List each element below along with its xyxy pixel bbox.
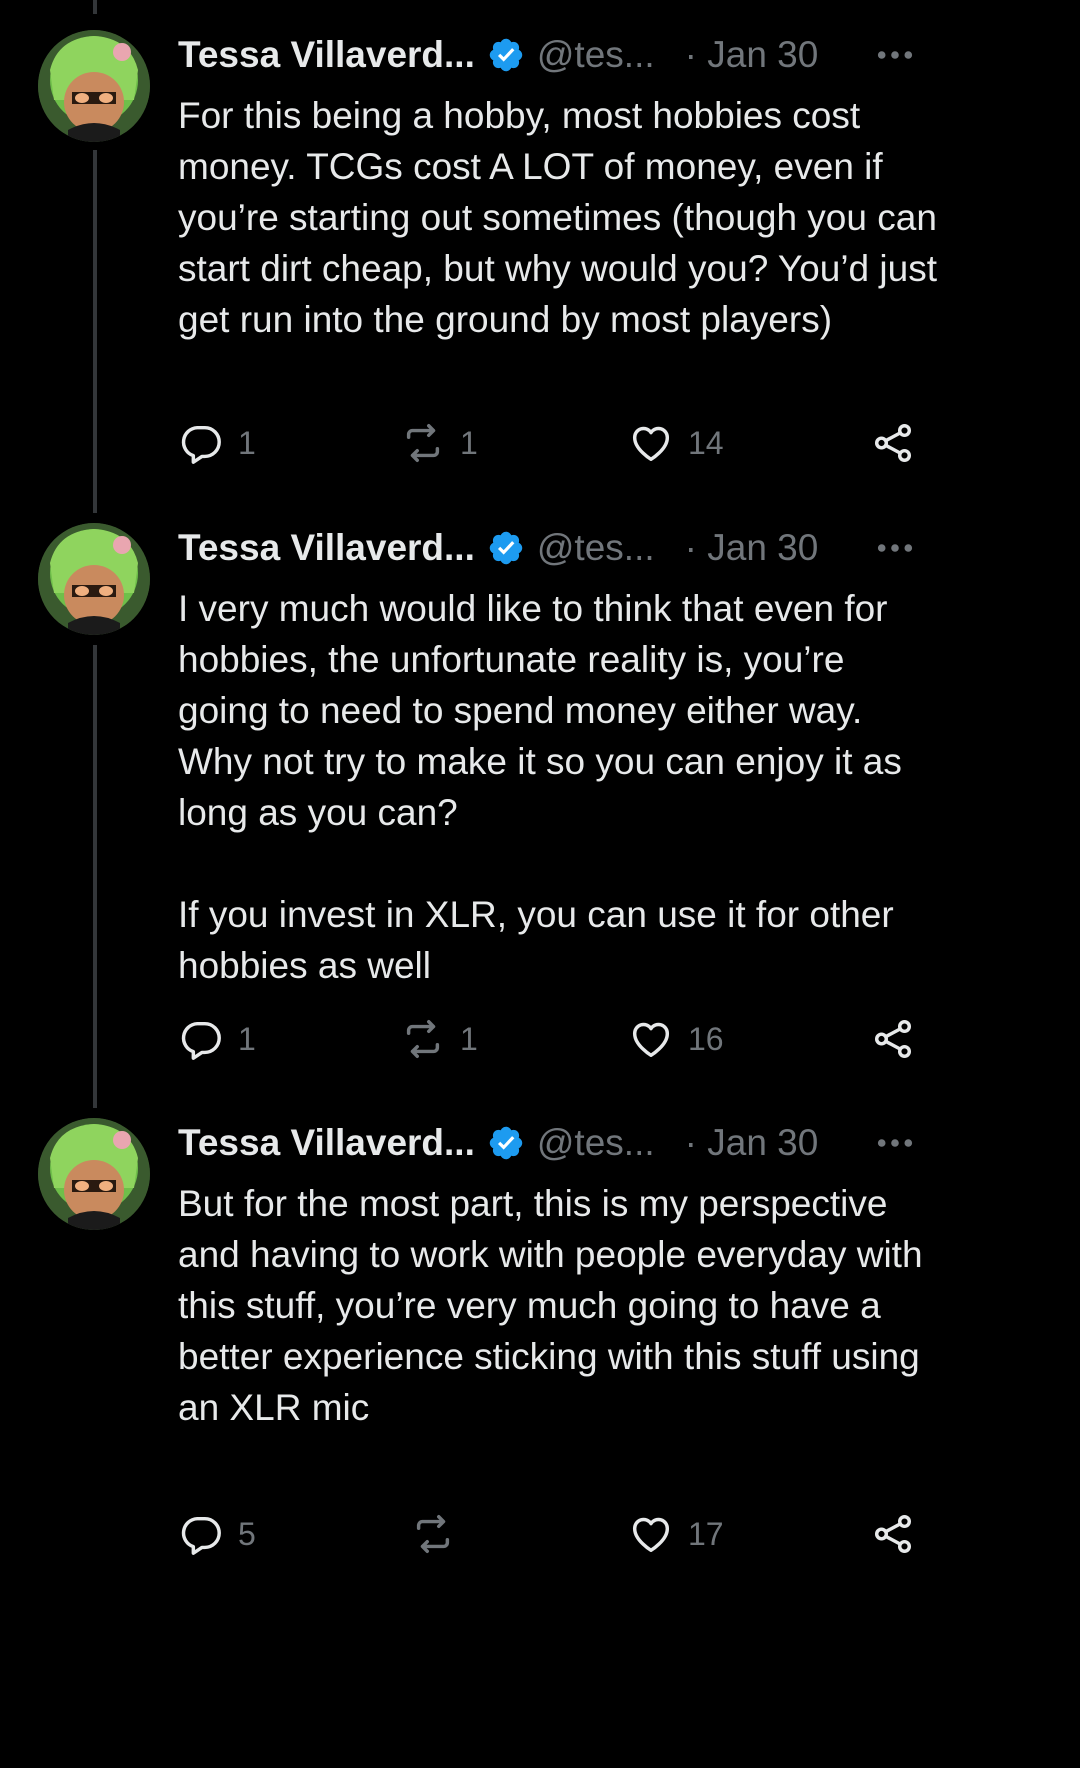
heart-icon <box>632 426 670 462</box>
heart-icon <box>632 1517 670 1553</box>
repost-count: 1 <box>460 1020 478 1057</box>
tweet-date[interactable]: · Jan 30 <box>685 1122 819 1164</box>
like-button[interactable]: 17 <box>628 1510 724 1558</box>
like-count: 16 <box>688 1020 724 1057</box>
tweet-actions: 1 1 14 <box>178 419 938 467</box>
avatar[interactable] <box>38 1118 150 1230</box>
tweet-text: For this being a hobby, most hobbies cos… <box>178 95 948 340</box>
reply-count: 1 <box>238 1020 256 1057</box>
tweet-header: Tessa Villaverd... @tes... · Jan 30 <box>178 1118 918 1168</box>
author-handle[interactable]: @tes... <box>537 34 655 76</box>
author-handle[interactable]: @tes... <box>537 1122 655 1164</box>
repost-button[interactable]: 1 <box>400 1015 478 1063</box>
thread-connector <box>93 645 97 1108</box>
thread-connector <box>93 0 97 14</box>
share-icon <box>874 1020 912 1058</box>
repost-count: 1 <box>460 424 478 461</box>
tweet-header: Tessa Villaverd... @tes... · Jan 30 <box>178 523 918 573</box>
repost-button[interactable]: 1 <box>400 419 478 467</box>
reply-button[interactable]: 5 <box>178 1510 256 1558</box>
reply-button[interactable]: 1 <box>178 419 256 467</box>
tweet-actions: 1 1 16 <box>178 1015 938 1063</box>
more-dots-icon[interactable] <box>870 523 920 573</box>
reply-icon <box>181 425 221 464</box>
reply-icon <box>181 1021 221 1060</box>
share-button[interactable] <box>870 1510 916 1558</box>
thread-connector <box>93 150 97 513</box>
verified-badge-icon <box>487 36 525 74</box>
like-button[interactable]: 16 <box>628 1015 724 1063</box>
share-icon <box>874 424 912 462</box>
share-button[interactable] <box>870 419 916 467</box>
like-button[interactable]: 14 <box>628 419 724 467</box>
tweet-actions: 5 17 <box>178 1510 938 1558</box>
reply-count: 1 <box>238 424 256 461</box>
tweet-header: Tessa Villaverd... @tes... · Jan 30 <box>178 30 918 80</box>
avatar-image <box>38 30 150 142</box>
repost-button[interactable] <box>410 1510 470 1558</box>
reply-button[interactable]: 1 <box>178 1015 256 1063</box>
repost-icon <box>406 1020 440 1058</box>
share-button[interactable] <box>870 1015 916 1063</box>
verified-badge-icon <box>487 1124 525 1162</box>
tweet-date[interactable]: · Jan 30 <box>685 527 819 569</box>
like-count: 14 <box>688 424 724 461</box>
avatar[interactable] <box>38 523 150 635</box>
tweet-text: But for the most part, this is my perspe… <box>178 1183 933 1428</box>
repost-icon <box>406 424 440 462</box>
author-name[interactable]: Tessa Villaverd... <box>178 527 475 569</box>
tweet-text: I very much would like to think that eve… <box>178 588 902 986</box>
tweet-date[interactable]: · Jan 30 <box>685 34 819 76</box>
share-icon <box>874 1515 912 1553</box>
reply-count: 5 <box>238 1515 256 1552</box>
heart-icon <box>632 1022 670 1058</box>
more-dots-icon[interactable] <box>870 1118 920 1168</box>
author-name[interactable]: Tessa Villaverd... <box>178 1122 475 1164</box>
author-handle[interactable]: @tes... <box>537 527 655 569</box>
like-count: 17 <box>688 1515 724 1552</box>
avatar-image <box>38 523 150 635</box>
repost-icon <box>416 1515 450 1553</box>
verified-badge-icon <box>487 529 525 567</box>
avatar[interactable] <box>38 30 150 142</box>
more-dots-icon[interactable] <box>870 30 920 80</box>
author-name[interactable]: Tessa Villaverd... <box>178 34 475 76</box>
reply-icon <box>181 1516 221 1555</box>
avatar-image <box>38 1118 150 1230</box>
